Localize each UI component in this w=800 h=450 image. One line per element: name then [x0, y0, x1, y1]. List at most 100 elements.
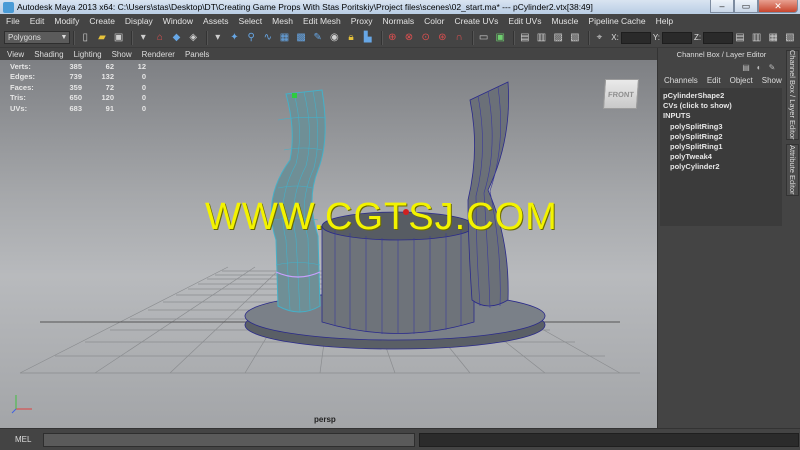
- input-node[interactable]: polySplitRing2: [663, 132, 782, 142]
- ipr-render-icon[interactable]: ▨: [551, 31, 565, 45]
- menu-edit[interactable]: Edit: [30, 16, 45, 26]
- cb-menu-show[interactable]: Show: [762, 76, 782, 85]
- render-frame-icon[interactable]: ▥: [535, 31, 549, 45]
- toggle-sidebar-icon[interactable]: ▤: [733, 31, 747, 45]
- transform-mode-icon[interactable]: ⌖: [593, 31, 607, 45]
- minimize-button[interactable]: –: [710, 0, 734, 13]
- mel-label[interactable]: MEL: [15, 435, 43, 444]
- select-curves-icon[interactable]: ∿: [261, 31, 275, 45]
- cb-menu-edit[interactable]: Edit: [707, 76, 721, 85]
- maya-window: Autodesk Maya 2013 x64: C:\Users\stas\De…: [0, 0, 800, 450]
- menu-muscle[interactable]: Muscle: [551, 16, 578, 26]
- coord-y-input[interactable]: [661, 31, 692, 44]
- new-scene-icon[interactable]: ▯: [78, 31, 92, 45]
- view-cube[interactable]: FRONT: [602, 79, 640, 109]
- coord-z-input[interactable]: [703, 31, 734, 44]
- select-deformations-icon[interactable]: ▩: [294, 31, 308, 45]
- coord-y: Y:: [653, 31, 692, 44]
- panel-menu-renderer[interactable]: Renderer: [142, 50, 175, 59]
- select-by-component-icon[interactable]: ◈: [186, 31, 200, 45]
- select-handles-icon[interactable]: ✦: [228, 31, 242, 45]
- menu-edit-uvs[interactable]: Edit UVs: [508, 16, 541, 26]
- menu-create[interactable]: Create: [89, 16, 115, 26]
- hud-edges-row: Edges: 739 132 0: [10, 72, 146, 83]
- select-by-hierarchy-icon[interactable]: ⌂: [153, 31, 167, 45]
- menu-normals[interactable]: Normals: [383, 16, 415, 26]
- hud-value: 0: [141, 72, 146, 82]
- select-surfaces-icon[interactable]: ▦: [278, 31, 292, 45]
- status-line: Polygons ▼ ▯ ▰ ▣ ▾ ⌂ ◆ ◈ ▾ ✦ ⚲ ∿ ▦ ▩ ✎ ◉…: [0, 28, 800, 48]
- mask-dropdown-icon[interactable]: ▾: [211, 31, 225, 45]
- menu-mesh[interactable]: Mesh: [272, 16, 293, 26]
- input-node[interactable]: polySplitRing1: [663, 142, 782, 152]
- toggle-tool-settings-icon[interactable]: ▦: [766, 31, 780, 45]
- cvs-toggle[interactable]: CVs (click to show): [663, 101, 782, 111]
- hud-value: 120: [101, 93, 114, 103]
- snap-to-grid-icon[interactable]: ⊕: [386, 31, 400, 45]
- channel-box-menubar: Channels Edit Object Show: [658, 74, 785, 86]
- maximize-button[interactable]: ▭: [734, 0, 758, 13]
- input-node[interactable]: polyTweak4: [663, 152, 782, 162]
- select-rendering-icon[interactable]: ◉: [328, 31, 342, 45]
- menu-pipeline-cache[interactable]: Pipeline Cache: [588, 16, 645, 26]
- display-layer-editor-icon[interactable]: ◐: [754, 62, 764, 72]
- select-joints-icon[interactable]: ⚲: [244, 31, 258, 45]
- menu-proxy[interactable]: Proxy: [351, 16, 373, 26]
- select-dynamics-icon[interactable]: ✎: [311, 31, 325, 45]
- cb-menu-channels[interactable]: Channels: [664, 76, 698, 85]
- tab-attribute-editor[interactable]: Attribute Editor: [786, 144, 799, 196]
- panel-menu-panels[interactable]: Panels: [185, 50, 209, 59]
- construction-history-icon[interactable]: ▣: [493, 31, 507, 45]
- render-settings-icon[interactable]: ▧: [568, 31, 582, 45]
- snap-to-point-icon[interactable]: ⊙: [419, 31, 433, 45]
- menu-modify[interactable]: Modify: [54, 16, 79, 26]
- display-channel-box-icon[interactable]: ▤: [741, 62, 751, 72]
- toggle-channel-box-icon[interactable]: ▧: [783, 31, 797, 45]
- coord-x-input[interactable]: [620, 31, 651, 44]
- selection-mask-icon[interactable]: ▾: [136, 31, 150, 45]
- menu-assets[interactable]: Assets: [203, 16, 229, 26]
- menu-edit-mesh[interactable]: Edit Mesh: [303, 16, 341, 26]
- panel-menu-lighting[interactable]: Lighting: [74, 50, 102, 59]
- menu-help[interactable]: Help: [656, 16, 673, 26]
- panel-menu-view[interactable]: View: [7, 50, 24, 59]
- perspective-viewport[interactable]: View Shading Lighting Show Renderer Pane…: [0, 48, 657, 428]
- menu-create-uvs[interactable]: Create UVs: [454, 16, 498, 26]
- menu-window[interactable]: Window: [163, 16, 193, 26]
- panel-menubar: View Shading Lighting Show Renderer Pane…: [0, 48, 657, 60]
- coord-x: X:: [611, 31, 651, 44]
- snap-to-curve-icon[interactable]: ⊗: [402, 31, 416, 45]
- mel-command-input[interactable]: [43, 432, 415, 447]
- close-button[interactable]: ✕: [758, 0, 798, 13]
- open-scene-icon[interactable]: ▰: [95, 31, 109, 45]
- mesh-right-pillar[interactable]: [467, 81, 509, 309]
- render-view-icon[interactable]: ▤: [518, 31, 532, 45]
- highlight-selection-icon[interactable]: ▙: [361, 31, 375, 45]
- panel-menu-shading[interactable]: Shading: [34, 50, 63, 59]
- menu-select[interactable]: Select: [239, 16, 263, 26]
- object-name[interactable]: pCylinderShape2: [663, 91, 782, 101]
- input-node[interactable]: polySplitRing3: [663, 122, 782, 132]
- select-by-object-icon[interactable]: ◆: [170, 31, 184, 45]
- make-live-icon[interactable]: ∩: [452, 31, 466, 45]
- menu-color[interactable]: Color: [424, 16, 444, 26]
- chevron-down-icon: ▼: [60, 34, 68, 41]
- input-output-icon[interactable]: ▭: [477, 31, 491, 45]
- tab-channel-box[interactable]: Channel Box / Layer Editor: [786, 50, 799, 140]
- menu-display[interactable]: Display: [125, 16, 153, 26]
- input-node[interactable]: polyCylinder2: [663, 162, 782, 172]
- hud-value: 385: [69, 61, 82, 71]
- scene-3d[interactable]: [0, 60, 657, 428]
- pin-icon[interactable]: ✎: [767, 62, 777, 72]
- toolbar-divider: [471, 30, 474, 45]
- menu-set-dropdown[interactable]: Polygons ▼: [4, 31, 71, 44]
- toggle-attributes-icon[interactable]: ▥: [750, 31, 764, 45]
- menu-file[interactable]: File: [6, 16, 20, 26]
- snap-to-view-plane-icon[interactable]: ⊛: [435, 31, 449, 45]
- cb-menu-object[interactable]: Object: [730, 76, 753, 85]
- panel-menu-show[interactable]: Show: [112, 50, 132, 59]
- lock-selection-icon[interactable]: 🔒︎: [344, 31, 358, 45]
- axis-gizmo-icon: [11, 395, 32, 414]
- channel-box-panel: Channel Box / Layer Editor ▤ ◐ ✎ Channel…: [657, 48, 785, 428]
- save-scene-icon[interactable]: ▣: [112, 31, 126, 45]
